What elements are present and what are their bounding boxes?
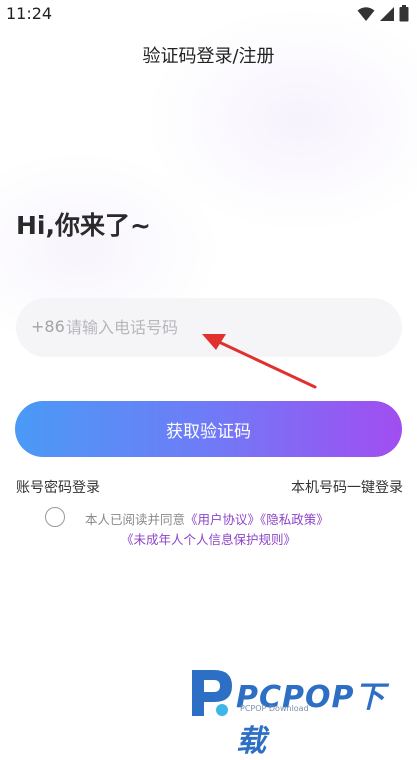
phone-field[interactable]: +86 <box>16 298 402 357</box>
wifi-icon <box>357 6 375 26</box>
status-icons <box>357 5 409 26</box>
password-login-link[interactable]: 账号密码登录 <box>16 477 100 497</box>
agreement-text: 本人已阅读并同意《用户协议》《隐私政策》 <box>85 509 329 528</box>
watermark-subtitle: PCPOP Download <box>240 704 309 713</box>
watermark: PCPOP下载 PCPOP Download <box>186 666 411 759</box>
greeting-heading: Hi,你来了~ <box>16 211 151 240</box>
minor-protection-rules-link[interactable]: 《未成年人个人信息保护规则》 <box>121 532 296 547</box>
status-bar: 11:24 <box>0 0 417 28</box>
page-title: 验证码登录/注册 <box>142 46 275 67</box>
phone-input[interactable] <box>66 310 366 344</box>
privacy-policy-link[interactable]: 《隐私政策》 <box>260 512 329 527</box>
battery-icon <box>399 5 409 26</box>
pcpop-logo-icon <box>192 670 232 716</box>
country-code-prefix[interactable]: +86 <box>31 317 65 336</box>
agreement-checkbox[interactable] <box>45 507 65 527</box>
user-agreement-link[interactable]: 《用户协议》 <box>185 512 260 527</box>
annotation-arrow-icon <box>202 334 317 389</box>
signal-icon <box>379 6 395 26</box>
watermark-brand: PCPOP下载 <box>236 680 386 759</box>
agreement-text-line2: 《未成年人个人信息保护规则》 <box>0 529 417 548</box>
agreement-prefix: 本人已阅读并同意 <box>85 512 186 527</box>
status-time: 11:24 <box>6 4 53 23</box>
get-code-button[interactable]: 获取验证码 <box>15 401 402 457</box>
one-tap-login-link[interactable]: 本机号码一键登录 <box>291 477 403 497</box>
